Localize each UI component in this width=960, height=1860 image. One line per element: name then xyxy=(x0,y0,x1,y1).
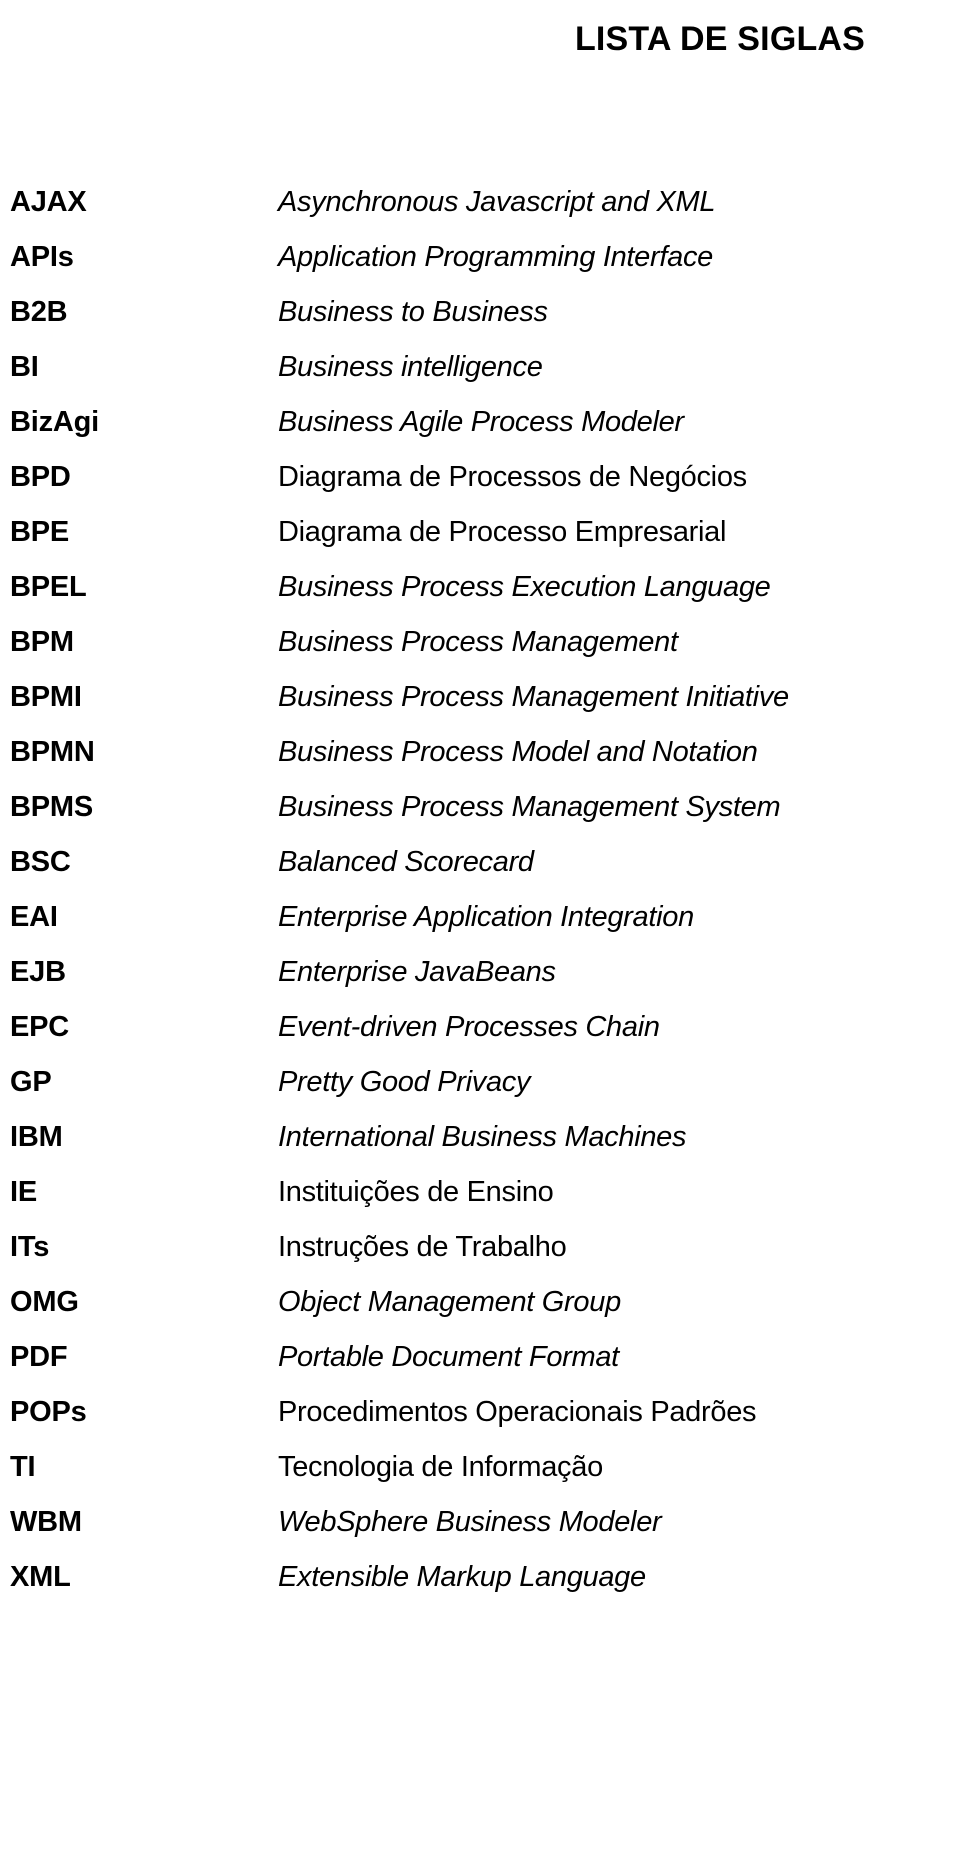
acronym-row: EJB Enterprise JavaBeans xyxy=(0,945,960,1000)
acronym-term: BPD xyxy=(10,461,71,493)
acronym-term: BPMS xyxy=(10,791,93,823)
acronym-definition: Diagrama de Processos de Negócios xyxy=(278,461,747,493)
acronym-row: EPC Event-driven Processes Chain xyxy=(0,1000,960,1055)
acronym-row: APIs Application Programming Interface xyxy=(0,230,960,285)
acronym-row: BPM Business Process Management xyxy=(0,615,960,670)
acronym-term: XML xyxy=(10,1561,71,1593)
acronym-row: BPMI Business Process Management Initiati… xyxy=(0,670,960,725)
acronym-row: ITs Instruções de Trabalho xyxy=(0,1220,960,1275)
acronym-definition: Enterprise Application Integration xyxy=(278,901,694,933)
acronym-definition: WebSphere Business Modeler xyxy=(278,1506,662,1538)
acronym-row: BizAgi Business Agile Process Modeler xyxy=(0,395,960,450)
acronym-row: IBM International Business Machines xyxy=(0,1110,960,1165)
acronym-term: BPM xyxy=(10,626,74,658)
acronym-term: TI xyxy=(10,1451,36,1483)
acronym-row: BI Business intelligence xyxy=(0,340,960,395)
page-title: LISTA DE SIGLAS xyxy=(574,19,866,58)
acronym-definition: Tecnologia de Informação xyxy=(278,1451,603,1483)
acronym-term: BPEL xyxy=(10,571,87,603)
acronym-row: BPEL Business Process Execution Language xyxy=(0,560,960,615)
acronym-definition: Procedimentos Operacionais Padrões xyxy=(278,1396,757,1428)
acronym-row: OMG Object Management Group xyxy=(0,1275,960,1330)
acronym-term: POPs xyxy=(10,1396,87,1428)
acronym-definition: Asynchronous Javascript and XML xyxy=(278,186,716,218)
acronym-definition: Extensible Markup Language xyxy=(278,1561,646,1593)
acronym-term: WBM xyxy=(10,1506,82,1538)
acronym-definition: Business Process Execution Language xyxy=(278,571,771,603)
acronym-term: B2B xyxy=(10,296,68,328)
acronym-definition: Business Agile Process Modeler xyxy=(278,406,684,438)
acronym-definition: International Business Machines xyxy=(278,1121,687,1153)
acronym-row: BPE Diagrama de Processo Empresarial xyxy=(0,505,960,560)
acronym-definition: Business Process Model and Notation xyxy=(278,736,758,768)
acronym-term: BizAgi xyxy=(10,406,100,438)
acronym-row: IE Instituições de Ensino xyxy=(0,1165,960,1220)
acronym-term: ITs xyxy=(10,1231,50,1263)
acronym-definition: Pretty Good Privacy xyxy=(278,1066,531,1098)
acronym-row: WBM WebSphere Business Modeler xyxy=(0,1495,960,1550)
acronym-row: PDF Portable Document Format xyxy=(0,1330,960,1385)
acronym-definition: Business Process Management xyxy=(278,626,678,658)
acronym-definition: Instruções de Trabalho xyxy=(278,1231,567,1263)
acronym-definition: Instituições de Ensino xyxy=(278,1176,554,1208)
acronym-definition: Event-driven Processes Chain xyxy=(278,1011,660,1043)
acronym-term: APIs xyxy=(10,241,74,273)
acronym-term: BSC xyxy=(10,846,71,878)
acronym-term: GP xyxy=(10,1066,52,1098)
acronym-definition: Enterprise JavaBeans xyxy=(278,956,556,988)
acronym-row: GP Pretty Good Privacy xyxy=(0,1055,960,1110)
acronym-definition: Object Management Group xyxy=(278,1286,621,1318)
acronym-row: BPMN Business Process Model and Notation xyxy=(0,725,960,780)
acronym-term: EJB xyxy=(10,956,66,988)
acronym-row: TI Tecnologia de Informação xyxy=(0,1440,960,1495)
acronym-definition: Business to Business xyxy=(278,296,548,328)
acronym-term: OMG xyxy=(10,1286,79,1318)
acronym-term: PDF xyxy=(10,1341,68,1373)
acronym-row: AJAX Asynchronous Javascript and XML xyxy=(0,175,960,230)
acronym-definition: Application Programming Interface xyxy=(278,241,713,273)
acronym-term: EPC xyxy=(10,1011,70,1043)
acronym-row: XML Extensible Markup Language xyxy=(0,1550,960,1605)
acronym-definition: Business Process Management System xyxy=(278,791,781,823)
acronym-row: BPD Diagrama de Processos de Negócios xyxy=(0,450,960,505)
acronym-term: BPE xyxy=(10,516,70,548)
acronym-definition: Balanced Scorecard xyxy=(278,846,534,878)
acronym-row: BSC Balanced Scorecard xyxy=(0,835,960,890)
acronym-row: POPs Procedimentos Operacionais Padrões xyxy=(0,1385,960,1440)
acronym-list: AJAX Asynchronous Javascript and XML APIs A… xyxy=(0,175,960,1605)
acronym-term: IBM xyxy=(10,1121,63,1153)
acronym-term: BPMI xyxy=(10,681,82,713)
acronym-definition: Diagrama de Processo Empresarial xyxy=(278,516,727,548)
acronym-term: AJAX xyxy=(10,186,87,218)
acronym-row: BPMS Business Process Management System xyxy=(0,780,960,835)
acronym-term: BI xyxy=(10,351,39,383)
acronym-row: B2B Business to Business xyxy=(0,285,960,340)
acronym-row: EAI Enterprise Application Integration xyxy=(0,890,960,945)
acronym-definition: Portable Document Format xyxy=(278,1341,619,1373)
acronym-definition: Business intelligence xyxy=(278,351,543,383)
acronym-term: BPMN xyxy=(10,736,95,768)
acronym-definition: Business Process Management Initiative xyxy=(278,681,789,713)
acronym-term: IE xyxy=(10,1176,37,1208)
acronym-term: EAI xyxy=(10,901,58,933)
